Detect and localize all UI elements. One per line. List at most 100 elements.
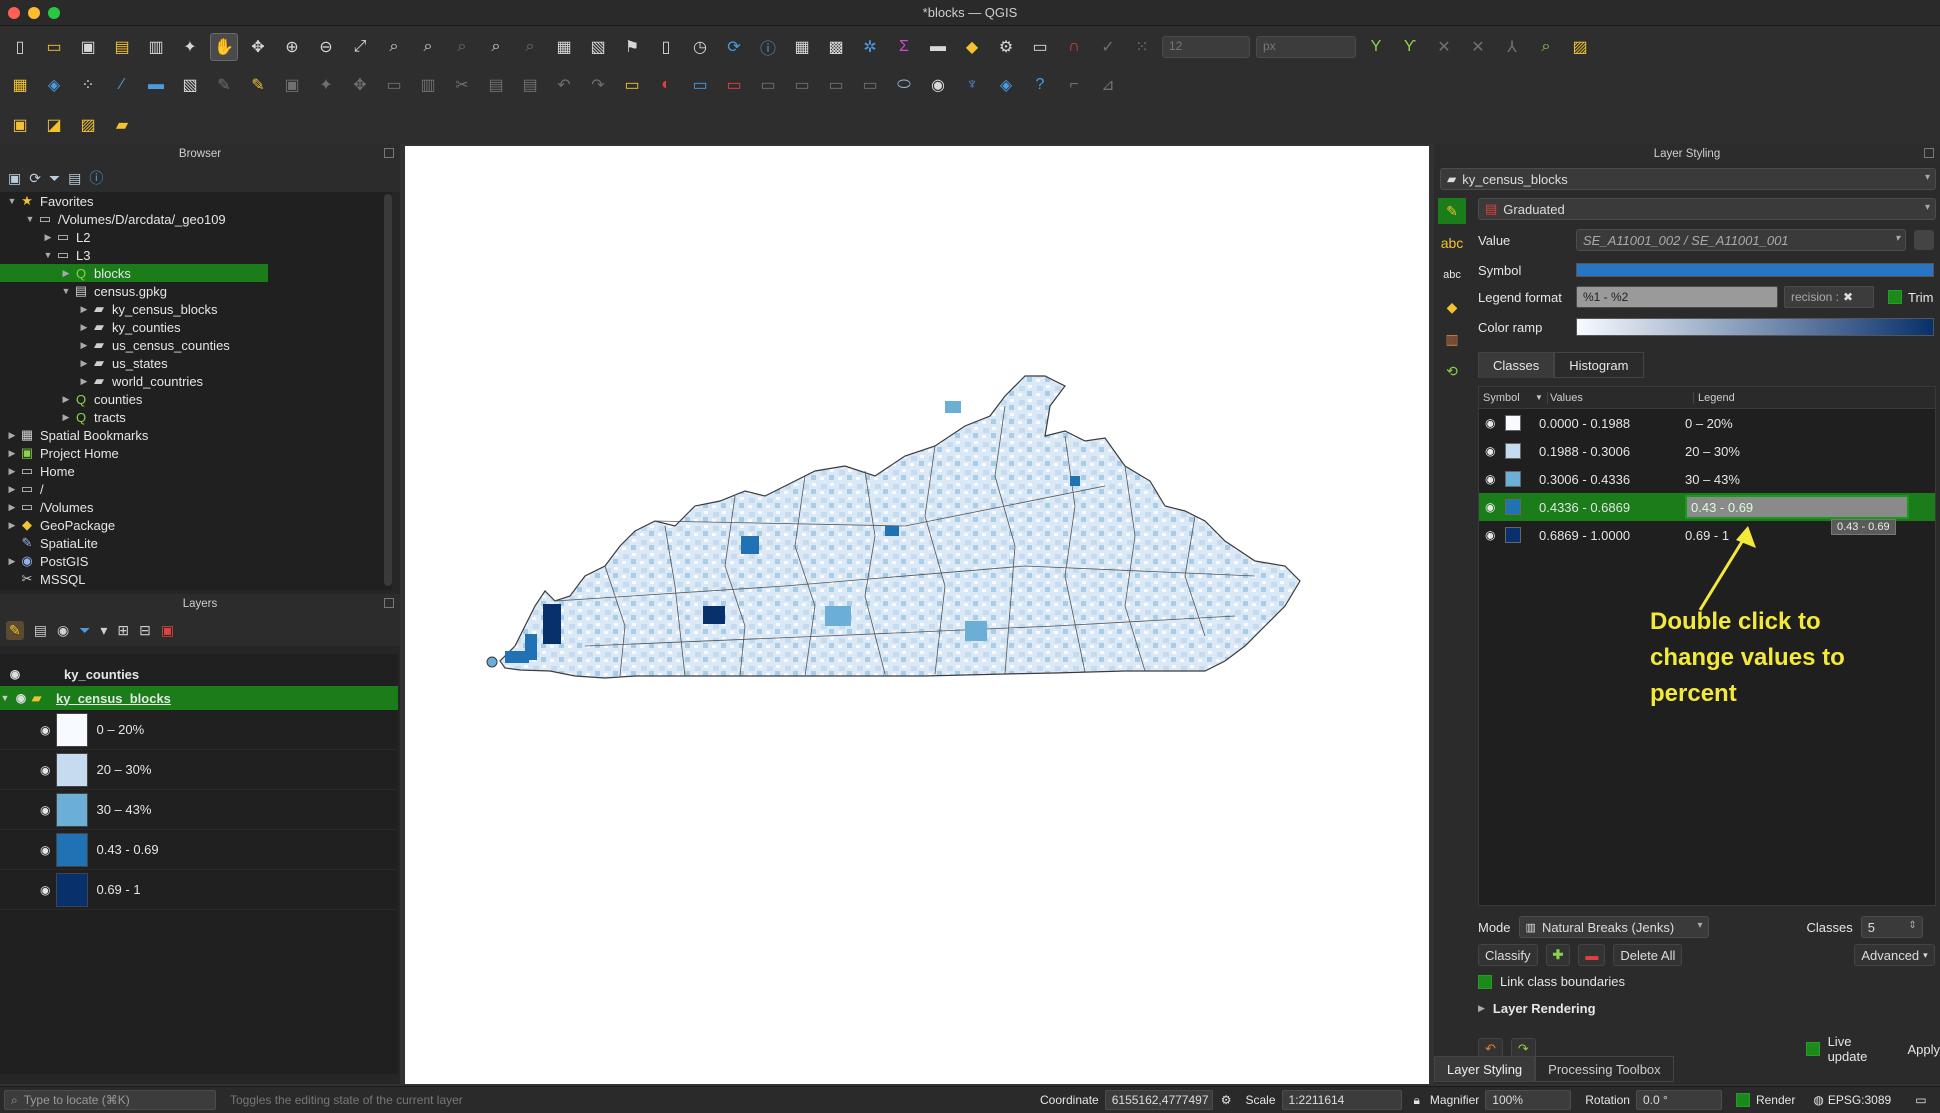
browser-item[interactable]: ▶ ▰ us_census_counties <box>0 336 392 354</box>
select-features-icon[interactable]: ▣ <box>6 111 34 139</box>
browser-item[interactable]: ▶ ▭ /Volumes <box>0 498 392 516</box>
open-project-icon[interactable]: ▭ <box>40 33 68 61</box>
lock-scale-icon[interactable]: 🔒︎ <box>1414 1093 1420 1108</box>
tab-processing-toolbox[interactable]: Processing Toolbox <box>1535 1056 1674 1082</box>
browser-item[interactable]: ▼ ▤ census.gpkg <box>0 282 392 300</box>
color-ramp-button[interactable] <box>1576 318 1934 336</box>
filter-by-expression-icon[interactable]: ▾ <box>100 622 107 639</box>
expand-arrow-icon[interactable]: ▶ <box>78 340 90 351</box>
class-row[interactable]: ◉ 0.1988 - 0.3006 20 – 30% <box>1479 437 1935 465</box>
db-manager-icon[interactable]: ⬭ <box>890 71 918 99</box>
toggle-editing-icon[interactable]: ✎ <box>244 71 272 99</box>
class-row[interactable]: ◉ 0.3006 - 0.4336 30 – 43% <box>1479 465 1935 493</box>
style-manager-icon[interactable]: ✦ <box>176 33 204 61</box>
render-checkbox[interactable] <box>1735 1093 1750 1107</box>
expand-arrow-icon[interactable]: ▶ <box>78 358 90 369</box>
add-vector-layer-icon[interactable]: ◈ <box>40 71 68 99</box>
zoom-last-icon[interactable]: ⌕ <box>482 33 510 61</box>
browser-item[interactable]: ▶ Qtracts <box>0 408 392 426</box>
attribute-table-icon[interactable]: ▦ <box>788 33 816 61</box>
expand-all-icon[interactable]: ⊞ <box>117 622 129 639</box>
topology-editing-icon[interactable]: ✓ <box>1094 33 1122 61</box>
visibility-eye-icon[interactable]: ◉ <box>0 667 30 681</box>
expand-arrow-icon[interactable]: ▶ <box>6 466 18 477</box>
history-tab-icon[interactable]: ⟲ <box>1438 358 1466 384</box>
symbology-tab-icon[interactable]: ✎ <box>1438 198 1466 224</box>
add-class-icon[interactable]: ✚ <box>1545 944 1571 966</box>
browser-item[interactable]: ▶ ▣ Project Home <box>0 444 392 462</box>
legend-format-input[interactable]: %1 - %2 <box>1576 286 1778 308</box>
browser-item[interactable]: ▶ ◉ PostGIS <box>0 552 392 570</box>
apply-button[interactable]: Apply <box>1907 1042 1940 1057</box>
locator-search-input[interactable]: ⌕ Type to locate (⌘K) <box>4 1090 216 1110</box>
label-move-icon[interactable]: ▭ <box>754 71 782 99</box>
new-project-icon[interactable]: ▯ <box>6 33 34 61</box>
properties-icon[interactable]: ⓘ <box>89 168 103 188</box>
class-visibility-icon[interactable]: ◉ <box>1485 444 1495 458</box>
column-legend[interactable]: Legend <box>1693 391 1735 404</box>
zoom-to-selection-icon[interactable]: ⌕ <box>380 33 408 61</box>
label-show-icon[interactable]: ▭ <box>856 71 884 99</box>
label-tool-icon[interactable]: ▭ <box>618 71 646 99</box>
legend-item[interactable]: ◉ 0.43 - 0.69 <box>0 830 398 870</box>
annotation-icon[interactable]: ▭ <box>1026 33 1054 61</box>
label-change-icon[interactable]: ▭ <box>822 71 850 99</box>
legend-item[interactable]: ◉ 0.69 - 1 <box>0 870 398 910</box>
browser-item[interactable]: ▶ Qblocks <box>0 264 268 282</box>
label-rotate-icon[interactable]: ▭ <box>788 71 816 99</box>
minimize-window-button[interactable] <box>28 7 40 19</box>
expand-arrow-icon[interactable]: ▶ <box>6 520 18 531</box>
tab-classes[interactable]: Classes <box>1478 352 1555 378</box>
advanced-digitizing-icon[interactable]: ⌐ <box>1060 71 1088 99</box>
visibility-eye-icon[interactable]: ◉ <box>40 763 50 777</box>
browser-item[interactable]: ▶ ▭ / <box>0 480 392 498</box>
layer-rendering-row[interactable]: ▶ Layer Rendering <box>1478 1001 1596 1016</box>
label-pin-icon[interactable]: ▭ <box>686 71 714 99</box>
save-project-icon[interactable]: ▣ <box>74 33 102 61</box>
zoom-native-icon[interactable]: ⌕ <box>448 33 476 61</box>
expand-arrow-icon[interactable]: ▶ <box>60 394 72 405</box>
collapse-all-layers-icon[interactable]: ⊟ <box>139 622 151 639</box>
browser-item[interactable]: ✂ MSSQL <box>0 570 392 588</box>
labels-tab-icon[interactable]: abc <box>1438 230 1466 256</box>
reshape-icon[interactable]: ⅄ <box>1498 33 1526 61</box>
classify-button[interactable]: Classify <box>1478 944 1538 966</box>
qgis-cloud-icon[interactable]: ◉ <box>924 71 952 99</box>
georeferencer-icon[interactable]: ◈ <box>992 71 1020 99</box>
browser-item[interactable]: ▶ ▰ ky_census_blocks <box>0 300 392 318</box>
statistics-sigma-icon[interactable]: Σ <box>890 33 918 61</box>
expand-arrow-icon[interactable]: ▶ <box>78 322 90 333</box>
magnifier-field[interactable]: 100% <box>1485 1090 1572 1110</box>
snapping-magnet-icon[interactable]: ∩ <box>1060 33 1088 61</box>
python-console-icon[interactable]: ♆ <box>958 71 986 99</box>
class-values[interactable]: 0.0000 - 0.1988 <box>1539 416 1685 431</box>
spinbox-arrows-icon[interactable]: ⇕ <box>1908 920 1916 931</box>
vertex-tool-icon[interactable]: Ƴ <box>1396 33 1424 61</box>
renderer-select[interactable]: ▤ Graduated ▾ <box>1478 198 1936 220</box>
zoom-next-icon[interactable]: ⌕ <box>516 33 544 61</box>
expand-arrow-icon[interactable]: ▶ <box>78 304 90 315</box>
expand-arrow-icon[interactable]: ▶ <box>42 232 54 243</box>
add-selected-layers-icon[interactable]: ▣ <box>8 170 21 187</box>
select-by-value-icon[interactable]: ▰ <box>108 111 136 139</box>
remove-layer-icon[interactable]: ▣ <box>161 622 174 639</box>
masks-tab-icon[interactable]: abc <box>1438 262 1466 288</box>
plugin-icon[interactable]: ▨ <box>1566 33 1594 61</box>
class-visibility-icon[interactable]: ◉ <box>1485 472 1495 486</box>
move-feature-icon[interactable]: ✥ <box>346 71 374 99</box>
current-edits-icon[interactable]: ✎ <box>210 71 238 99</box>
browser-item[interactable]: ▶ ▰ us_states <box>0 354 392 372</box>
zoom-window-button[interactable] <box>48 7 60 19</box>
rotation-field[interactable]: 0.0 ° <box>1635 1090 1722 1110</box>
expand-arrow-icon[interactable]: ▼ <box>0 693 10 703</box>
class-values[interactable]: 0.4336 - 0.6869 <box>1539 500 1685 515</box>
add-polygon-layer-icon[interactable]: ▬ <box>142 71 170 99</box>
class-values[interactable]: 0.1988 - 0.3006 <box>1539 444 1685 459</box>
tab-layer-styling[interactable]: Layer Styling <box>1434 1056 1536 1082</box>
value-expression-field[interactable]: SE_A11001_002 / SE_A11001_001 ▾ <box>1576 229 1906 251</box>
visibility-eye-icon[interactable]: ◉ <box>40 883 50 897</box>
add-line-layer-icon[interactable]: ∕ <box>108 71 136 99</box>
browser-item[interactable]: ▶ ▦ Spatial Bookmarks <box>0 426 392 444</box>
expand-arrow-icon[interactable]: ▼ <box>60 286 72 296</box>
link-class-boundaries-checkbox[interactable] <box>1478 974 1492 989</box>
